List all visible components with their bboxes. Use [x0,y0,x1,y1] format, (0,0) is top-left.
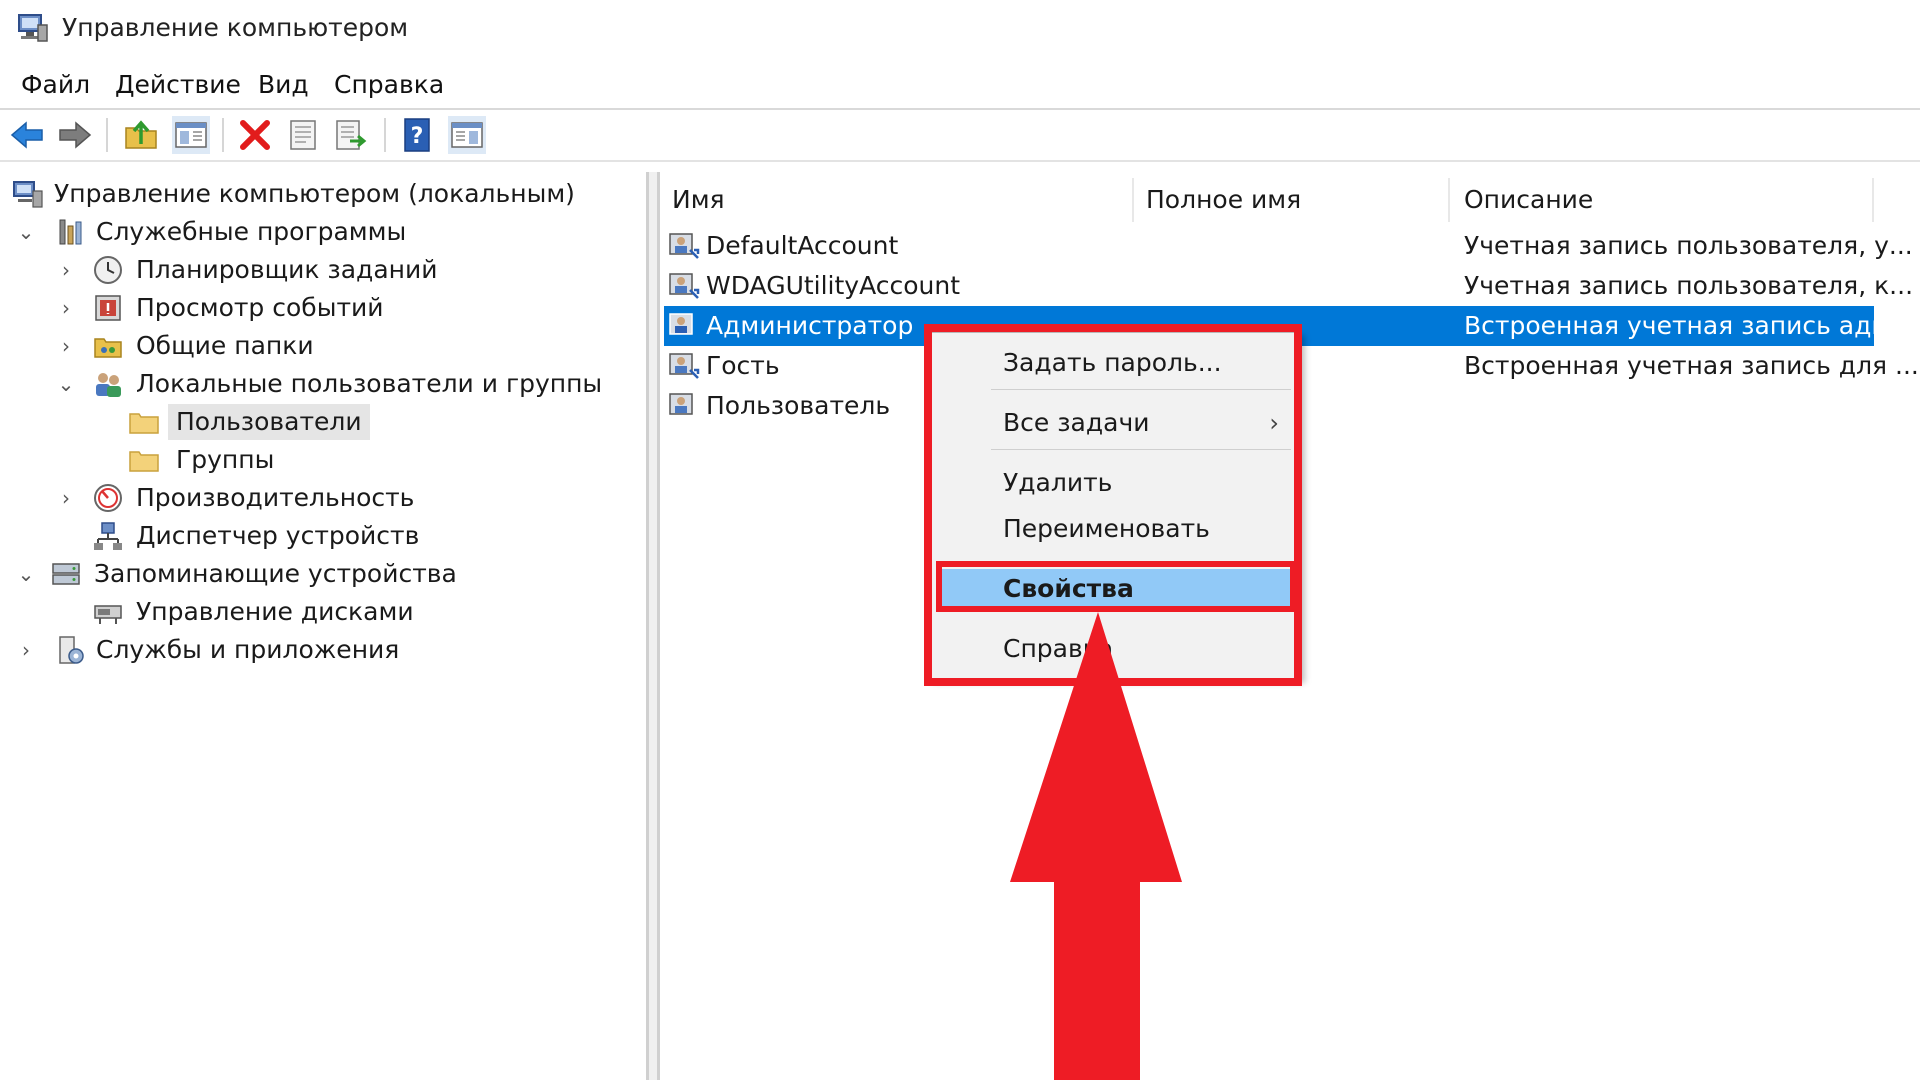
clock-icon [94,256,122,284]
user-name: WDAGUtilityAccount [706,271,961,300]
column-header-full-name[interactable]: Полное имя [1146,178,1301,222]
tree-item-label: Группы [176,445,275,474]
annotation-highlight-box [936,561,1296,612]
device-manager-icon [94,522,122,550]
user-description: Учетная запись пользователя, у... [1464,231,1913,260]
svg-text:?: ? [411,124,424,149]
show-hide-action-pane-icon[interactable] [448,116,486,154]
column-divider[interactable] [1448,178,1450,222]
user-description: Встроенная учетная запись для ... [1464,351,1919,380]
user-name: DefaultAccount [706,231,899,260]
users-group-icon [96,373,121,397]
tree-item-label: Управление компьютером (локальным) [54,179,575,208]
chevron-right-icon[interactable]: › [54,290,78,326]
toolbar: ? [0,112,1920,158]
toolbar-separator-line [0,160,1920,162]
tree-item-label: Диспетчер устройств [136,521,420,550]
menu-action[interactable]: Действие [115,64,241,106]
pane-splitter[interactable] [649,172,657,1080]
chevron-right-icon[interactable]: › [54,252,78,288]
computer-management-icon [18,14,48,42]
export-list-icon[interactable] [332,116,370,154]
toolbar-separator [384,118,386,152]
column-header-name[interactable]: Имя [672,178,725,222]
tree-item-label: Производительность [136,483,415,512]
storage-icon [52,563,80,585]
shared-folders-icon [94,338,122,358]
menu-help[interactable]: Справка [334,64,444,106]
menu-view[interactable]: Вид [258,64,309,106]
forward-arrow-icon[interactable] [56,116,94,154]
show-hide-tree-icon[interactable] [172,116,210,154]
performance-icon [94,484,122,512]
title-bar: Управление компьютером [0,0,1920,58]
menu-file[interactable]: Файл [21,64,90,106]
user-icon [669,353,700,379]
folder-icon [129,451,159,472]
tree-item-label: Службы и приложения [96,635,400,664]
annotation-arrow-icon [1010,612,1182,1080]
user-icon [669,393,693,415]
folder-icon [129,413,159,434]
table-row[interactable]: DefaultAccount Учетная запись пользовате… [664,226,1913,266]
user-name: Администратор [706,311,914,340]
toolbar-separator [106,118,108,152]
user-icon [669,273,700,299]
tree-item-label: Служебные программы [96,217,407,246]
tree-item-label: Пользователи [168,404,370,440]
chevron-right-icon[interactable]: › [54,328,78,364]
chevron-down-icon[interactable]: ⌄ [14,556,38,592]
computer-management-icon [13,181,43,208]
window-title: Управление компьютером [62,13,409,42]
tree-item-label: Локальные пользователи и группы [136,369,603,398]
disk-management-icon [94,605,122,624]
tree-item-label: Запоминающие устройства [94,559,457,588]
column-header-description[interactable]: Описание [1464,178,1593,222]
tree-item-label: Управление дисками [136,597,414,626]
user-description: Учетная запись пользователя, к... [1464,271,1914,300]
delete-icon[interactable] [236,116,274,154]
properties-icon[interactable] [284,116,322,154]
up-folder-icon[interactable] [122,116,160,154]
tree-item-label: Планировщик заданий [136,255,438,284]
event-viewer-icon [95,295,121,321]
chevron-down-icon[interactable]: ⌄ [54,366,78,402]
tree-item-label: Общие папки [136,331,314,360]
user-description: Встроенная учетная запись адм... [1464,311,1915,340]
toolbar-separator [222,118,224,152]
user-icon [669,313,693,335]
table-row[interactable]: WDAGUtilityAccount Учетная запись пользо… [664,266,1913,306]
column-divider[interactable] [1872,178,1874,222]
chevron-right-icon[interactable]: › [14,632,38,668]
chevron-right-icon[interactable]: › [54,480,78,516]
user-name: Пользователь [706,391,891,420]
menu-bar: Файл Действие Вид Справка [0,64,1920,106]
services-icon [59,636,84,664]
user-icon [669,233,700,259]
chevron-down-icon[interactable]: ⌄ [14,214,38,250]
user-name: Гость [706,351,780,380]
back-arrow-icon[interactable] [8,116,46,154]
menu-separator [0,108,1920,110]
system-tools-icon [59,219,82,245]
column-divider[interactable] [1132,178,1134,222]
tree-item-label: Просмотр событий [136,293,384,322]
help-icon[interactable]: ? [398,116,436,154]
